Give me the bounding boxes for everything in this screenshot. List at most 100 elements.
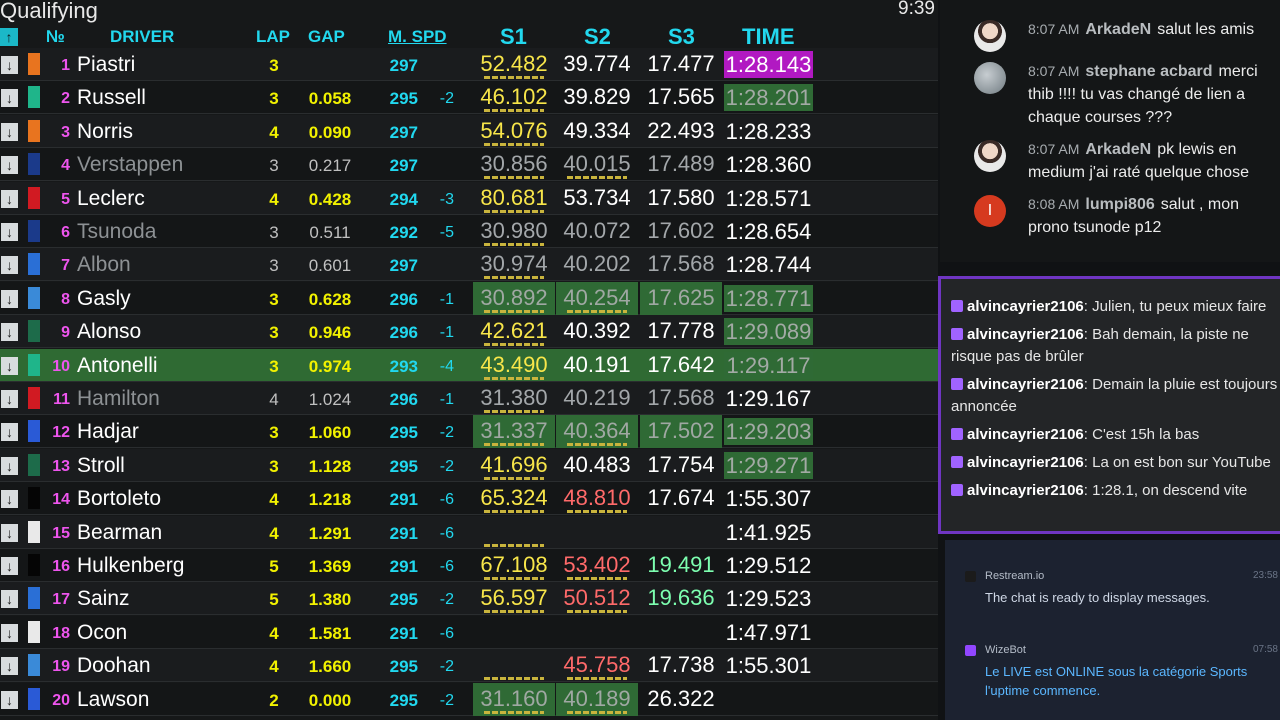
driver-row[interactable]: ↓ 9 Alonso 3 0.946 296 -1 42.621 40.392 17.778 1:2… xyxy=(0,315,938,349)
arrow-down-icon[interactable]: ↓ xyxy=(1,156,18,175)
driver-row[interactable]: ↓ 20 Lawson 2 0.000 295 -2 31.160 40.189 26.322 xyxy=(0,682,938,716)
col-driver[interactable]: DRIVER xyxy=(110,24,174,48)
timing-board: Qualifying 9:39 ↑ № DRIVER LAP GAP M. SP… xyxy=(0,0,938,720)
sector-s2: 40.189 xyxy=(556,682,638,716)
arrow-down-icon[interactable]: ↓ xyxy=(1,56,18,74)
arrow-down-icon[interactable]: ↓ xyxy=(1,490,18,509)
driver-row[interactable]: ↓ 16 Hulkenberg 5 1.369 291 -6 67.108 53.402 19.4… xyxy=(0,549,938,582)
mini-sector-bars xyxy=(484,109,544,113)
chat-timestamp: 8:07 AM xyxy=(1028,21,1080,37)
arrow-down-icon[interactable]: ↓ xyxy=(1,89,18,108)
driver-row[interactable]: ↓ 12 Hadjar 3 1.060 295 -2 31.337 40.364 17.502 1:… xyxy=(0,415,938,449)
col-s3[interactable]: S3 xyxy=(668,24,695,49)
mini-sector-bars xyxy=(484,309,544,313)
mini-sector-bars xyxy=(484,476,544,480)
driver-row[interactable]: ↓ 14 Bortoleto 4 1.218 291 -6 65.324 48.810 17.67… xyxy=(0,482,938,516)
col-s1[interactable]: S1 xyxy=(500,24,527,49)
driver-row[interactable]: ↓ 8 Gasly 3 0.628 296 -1 30.892 40.254 17.625 1:28… xyxy=(0,281,938,315)
chat-username[interactable]: alvincayrier2106 xyxy=(967,482,1084,499)
driver-row[interactable]: ↓ 5 Leclerc 4 0.428 294 -3 80.681 53.734 17.580 1:… xyxy=(0,181,938,215)
mini-sector-bars xyxy=(484,76,544,79)
col-pos[interactable]: № xyxy=(46,24,65,48)
arrow-down-icon[interactable]: ↓ xyxy=(1,423,18,442)
driver-position: 18 xyxy=(52,624,70,642)
driver-max-speed: 295 xyxy=(389,456,418,476)
arrow-down-icon[interactable]: ↓ xyxy=(1,456,18,475)
driver-row[interactable]: ↓ 2 Russell 3 0.058 295 -2 46.102 39.829 17.565 1:… xyxy=(0,81,938,115)
driver-row[interactable]: ↓ 18 Ocon 4 1.581 291 -6 1:47.971 xyxy=(0,615,938,649)
chat-username[interactable]: stephane acbard xyxy=(1085,63,1212,80)
col-s2[interactable]: S2 xyxy=(584,24,611,49)
arrow-down-icon[interactable]: ↓ xyxy=(1,657,18,676)
arrow-down-icon[interactable]: ↓ xyxy=(1,623,18,642)
driver-row[interactable]: ↓ 17 Sainz 5 1.380 295 -2 56.597 50.512 19.636 1:2… xyxy=(0,582,938,616)
col-mspd[interactable]: M. SPD xyxy=(388,24,447,48)
driver-gap: 1.060 xyxy=(308,423,352,443)
avatar xyxy=(974,195,1006,227)
chat-username[interactable]: alvincayrier2106 xyxy=(967,298,1084,315)
driver-row[interactable]: ↓ 13 Stroll 3 1.128 295 -2 41.696 40.483 17.754 1:… xyxy=(0,448,938,482)
chat-username[interactable]: ArkadeN xyxy=(1085,141,1151,158)
driver-row[interactable]: ↓ 1 Piastri 3 297 52.482 39.774 17.477 1:28.143 xyxy=(0,48,938,81)
arrow-down-icon[interactable]: ↓ xyxy=(1,122,18,141)
arrow-down-icon[interactable]: ↓ xyxy=(1,323,18,342)
lap-time: 1:29.089 xyxy=(724,318,813,346)
sector-s2: 40.191 xyxy=(563,351,631,377)
sector-s2: 40.254 xyxy=(556,281,638,315)
chat-username[interactable]: lumpi806 xyxy=(1085,196,1154,213)
driver-name: Doohan xyxy=(77,654,151,678)
driver-max-speed: 294 xyxy=(389,189,418,209)
driver-row[interactable]: ↓ 11 Hamilton 4 1.024 296 -1 31.380 40.219 17.568… xyxy=(0,382,938,415)
driver-row[interactable]: ↓ 6 Tsunoda 3 0.511 292 -5 30.980 40.072 17.602 1:… xyxy=(0,215,938,248)
sector-s2: 40.219 xyxy=(563,385,631,410)
arrow-down-icon[interactable]: ↓ xyxy=(1,289,18,308)
arrow-down-icon[interactable]: ↓ xyxy=(1,557,18,575)
arrow-down-icon[interactable]: ↓ xyxy=(1,189,18,208)
team-color-swatch xyxy=(28,253,40,276)
arrow-down-icon[interactable]: ↓ xyxy=(1,590,18,609)
arrow-down-icon[interactable]: ↓ xyxy=(1,390,18,408)
board-topbar: Qualifying 9:39 xyxy=(0,0,938,23)
chat-username[interactable]: alvincayrier2106 xyxy=(967,426,1084,443)
driver-row[interactable]: ↓ 7 Albon 3 0.601 297 30.974 40.202 17.568 1:28.7… xyxy=(0,248,938,282)
driver-row[interactable]: ↓ 15 Bearman 4 1.291 291 -6 1:41.925 xyxy=(0,515,938,549)
chat-text: Julien, tu peux mieux faire xyxy=(1092,298,1267,315)
driver-lap: 4 xyxy=(269,189,279,209)
arrow-down-icon[interactable]: ↓ xyxy=(1,690,18,709)
driver-speed-delta: -3 xyxy=(439,190,454,208)
chat-username[interactable]: ArkadeN xyxy=(1085,21,1151,38)
team-color-swatch xyxy=(28,53,40,75)
driver-lap: 3 xyxy=(269,456,279,476)
twitch-chat-panel: alvincayrier2106: Julien, tu peux mieux … xyxy=(938,276,1280,534)
arrow-down-icon[interactable]: ↓ xyxy=(1,223,18,241)
col-gap[interactable]: GAP xyxy=(308,24,345,48)
arrow-down-icon[interactable]: ↓ xyxy=(1,256,18,275)
chat-username[interactable]: alvincayrier2106 xyxy=(967,326,1084,343)
col-lap[interactable]: LAP xyxy=(256,24,290,48)
chat-username[interactable]: alvincayrier2106 xyxy=(967,376,1084,393)
driver-row[interactable]: ↓ 10 Antonelli 3 0.974 293 -4 43.490 40.191 17.64… xyxy=(0,348,938,382)
driver-lap: 3 xyxy=(269,223,279,242)
mini-sector-bars xyxy=(484,443,544,447)
team-color-swatch xyxy=(28,220,40,242)
driver-row[interactable]: ↓ 3 Norris 4 0.090 297 54.076 49.334 22.493 1:28.… xyxy=(0,114,938,148)
chat-timestamp: 8:07 AM xyxy=(1028,63,1080,79)
driver-position: 5 xyxy=(61,190,70,208)
driver-row[interactable]: ↓ 19 Doohan 4 1.660 295 -2 45.758 17.738 1:55.301 xyxy=(0,649,938,683)
arrow-down-icon[interactable]: ↓ xyxy=(1,356,18,375)
driver-name: Tsunoda xyxy=(77,220,157,243)
driver-speed-delta: -1 xyxy=(439,391,454,408)
lap-time: 1:29.523 xyxy=(725,586,812,612)
lap-time xyxy=(724,686,813,713)
driver-row[interactable]: ↓ 4 Verstappen 3 0.217 297 30.856 40.015 17.489 1… xyxy=(0,148,938,182)
sector-s1: 80.681 xyxy=(473,182,555,215)
chat-username[interactable]: alvincayrier2106 xyxy=(967,454,1084,471)
mini-sector-bars xyxy=(567,309,627,313)
arrow-down-icon[interactable]: ↓ xyxy=(1,523,18,542)
team-color-swatch xyxy=(28,420,40,443)
sector-s2: 45.758 xyxy=(556,649,638,682)
twitch-chat-message: alvincayrier2106: Demain la pluie est to… xyxy=(941,371,1280,421)
col-time[interactable]: TIME xyxy=(742,24,795,49)
team-color-swatch xyxy=(28,654,40,677)
driver-name: Norris xyxy=(77,119,133,143)
